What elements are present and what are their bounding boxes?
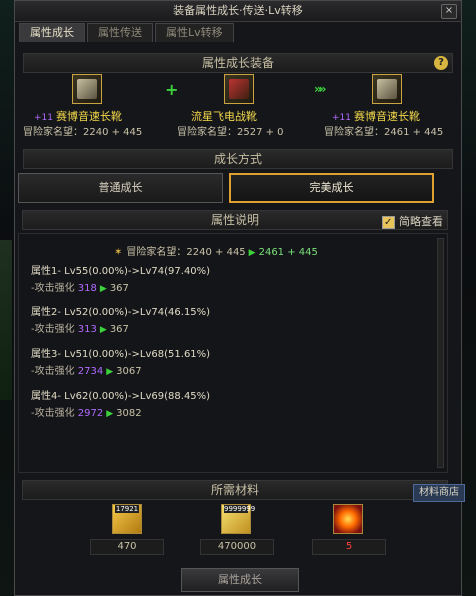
source-equip-name: +11 赛博音速长靴 — [34, 108, 122, 124]
material-equip-fame: 冒险家名望：2527 + 0 — [177, 127, 284, 138]
attribute-head: 属性3- Lv51(0.00%)->Lv68(51.61%) — [31, 349, 211, 360]
tab-attribute-lv-transfer[interactable]: 属性Lv转移 — [155, 23, 234, 42]
material-amount-2: 470000 — [200, 539, 274, 555]
materials-section-header: 所需材料 — [22, 480, 448, 500]
window-titlebar: 装备属性成长·传送·Lv转移 × — [15, 1, 461, 22]
attribute-sub-label: -攻击强化 — [31, 408, 75, 419]
result-equip-name: +11 赛博音速长靴 — [332, 108, 420, 124]
brief-view-checkbox[interactable]: 简略查看 — [382, 213, 443, 232]
attribute-sub: -攻击强化 2972 ▶ 3082 — [31, 404, 210, 419]
tab-attribute-transfer[interactable]: 属性传送 — [87, 23, 153, 42]
plus-icon: + — [165, 80, 179, 99]
boots-icon — [377, 79, 397, 99]
attribute-sub-label: -攻击强化 — [31, 283, 75, 294]
arrow-icon: ▶ — [99, 325, 107, 335]
equip-section-header: 属性成长装备 ? — [23, 53, 453, 73]
desc-scrollbar[interactable] — [437, 238, 444, 468]
arrow-icon: ▶ — [248, 248, 256, 258]
gem-icon[interactable]: 17921 — [112, 504, 142, 534]
equip-area: + »» +11 赛博音速长靴 冒险家名望：2240 + 445 流星飞电战靴 冒… — [23, 74, 453, 150]
gold-coin-icon[interactable]: 9999999 — [221, 504, 256, 534]
attribute-4: 属性4- Lv62(0.00%)->Lv69(88.45%) -攻击强化 297… — [31, 387, 210, 419]
stock-count: 17921 — [115, 505, 139, 513]
attribute-old-value: 2734 — [77, 366, 104, 377]
source-equip-slot[interactable] — [72, 74, 102, 104]
fame-icon: ✶ — [114, 247, 123, 258]
close-button[interactable]: × — [441, 4, 457, 19]
material-equip-name: 流星飞电战靴 — [191, 110, 257, 123]
result-equip-fame: 冒险家名望：2461 + 445 — [324, 127, 444, 138]
materials-section-title: 所需材料 — [210, 483, 259, 497]
window-title: 装备属性成长·传送·Lv转移 — [173, 4, 303, 17]
method-section-title: 成长方式 — [213, 152, 262, 166]
attribute-new-value: 367 — [109, 283, 129, 294]
source-equip-fame: 冒险家名望：2240 + 445 — [23, 127, 143, 138]
attribute-old-value: 318 — [77, 283, 97, 294]
enhance-level: +11 — [332, 113, 351, 123]
desc-section-title: 属性说明 — [210, 213, 259, 227]
brief-view-label: 简略查看 — [399, 215, 443, 228]
orb-icon[interactable] — [333, 504, 363, 534]
desc-section-header: 属性说明 简略查看 — [22, 210, 448, 232]
arrow-icon: ▶ — [106, 409, 114, 419]
fame-current: 冒险家名望：2240 + 445 — [126, 247, 246, 258]
attribute-new-value: 3082 — [116, 408, 142, 419]
attribute-new-value: 367 — [109, 324, 129, 335]
perfect-growth-button[interactable]: 完美成长 — [229, 173, 434, 203]
attribute-1: 属性1- Lv55(0.00%)->Lv74(97.40%) -攻击强化 318… — [31, 262, 210, 294]
equip-name-text: 赛博音速长靴 — [56, 110, 122, 123]
attribute-sub-label: -攻击强化 — [31, 366, 75, 377]
arrow-icon: ▶ — [99, 284, 107, 294]
attribute-new-value: 3067 — [116, 366, 142, 377]
attribute-head: 属性4- Lv62(0.00%)->Lv69(88.45%) — [31, 391, 211, 402]
material-amount-3: 5 — [312, 539, 386, 555]
tab-attribute-growth[interactable]: 属性成长 — [19, 23, 85, 42]
game-side-decoration — [0, 240, 12, 400]
arrow-icon: ▶ — [106, 367, 114, 377]
attribute-sub: -攻击强化 313 ▶ 367 — [31, 320, 210, 335]
result-equip-slot[interactable] — [372, 74, 402, 104]
equip-name-text: 赛博音速长靴 — [354, 110, 420, 123]
attribute-desc-panel: ✶ 冒险家名望：2240 + 445 ▶ 2461 + 445 属性1- Lv55(0… — [18, 233, 448, 473]
attribute-3: 属性3- Lv51(0.00%)->Lv68(51.61%) -攻击强化 273… — [31, 345, 210, 377]
attribute-2: 属性2- Lv52(0.00%)->Lv74(46.15%) -攻击强化 313… — [31, 303, 210, 335]
attribute-grow-button[interactable]: 属性成长 — [181, 568, 299, 592]
boots-icon — [77, 79, 97, 99]
equip-section-title: 属性成长装备 — [201, 56, 274, 70]
attribute-head: 属性1- Lv55(0.00%)->Lv74(97.40%) — [31, 266, 211, 277]
method-row: 普通成长 完美成长 — [18, 173, 448, 203]
attribute-sub: -攻击强化 318 ▶ 367 — [31, 279, 210, 294]
stock-count: 9999999 — [224, 505, 256, 513]
attribute-sub-label: -攻击强化 — [31, 324, 75, 335]
method-section-header: 成长方式 — [23, 149, 453, 169]
materials-area: 17921 470 9999999 470000 5 — [18, 501, 448, 563]
material-boots-icon — [229, 79, 249, 99]
checkbox-icon — [382, 214, 395, 232]
result-arrow-icon: »» — [314, 82, 326, 96]
fame-change-line: ✶ 冒险家名望：2240 + 445 ▶ 2461 + 445 — [114, 243, 318, 258]
material-shop-button[interactable]: 材料商店 — [413, 484, 465, 502]
material-amount-1: 470 — [90, 539, 164, 555]
fame-new: 2461 + 445 — [258, 247, 318, 258]
attribute-old-value: 2972 — [77, 408, 104, 419]
attribute-sub: -攻击强化 2734 ▶ 3067 — [31, 362, 210, 377]
help-icon[interactable]: ? — [434, 56, 448, 70]
attribute-old-value: 313 — [77, 324, 97, 335]
material-equip-slot[interactable] — [224, 74, 254, 104]
attribute-head: 属性2- Lv52(0.00%)->Lv74(46.15%) — [31, 307, 211, 318]
normal-growth-button[interactable]: 普通成长 — [18, 173, 223, 203]
enhance-level: +11 — [34, 113, 53, 123]
tab-bar: 属性成长 属性传送 属性Lv转移 — [19, 23, 236, 42]
